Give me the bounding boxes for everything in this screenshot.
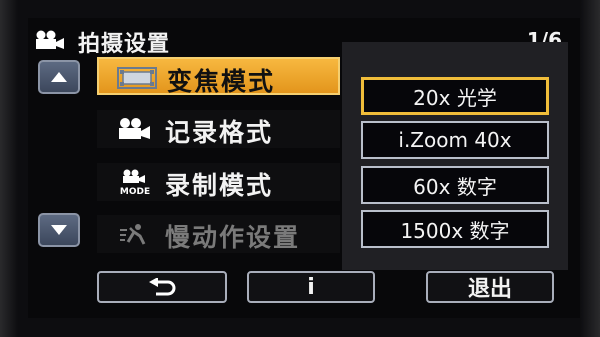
scroll-up-button[interactable] bbox=[38, 60, 80, 94]
menu-item-label: 变焦模式 bbox=[167, 67, 276, 96]
slow-motion-icon bbox=[113, 221, 157, 247]
scroll-down-button[interactable] bbox=[38, 213, 80, 247]
back-button[interactable] bbox=[97, 271, 227, 303]
menu-item-record-format[interactable]: 记录格式 bbox=[97, 110, 340, 148]
option-60x-digital[interactable]: 60x 数字 bbox=[361, 166, 549, 204]
mode-text: MODE bbox=[120, 187, 150, 195]
page-title: 拍摄设置 bbox=[78, 32, 171, 57]
menu-item-record-mode[interactable]: MODE 录制模式 bbox=[97, 163, 340, 201]
menu-item-label: 慢动作设置 bbox=[165, 223, 301, 252]
option-1500x-digital[interactable]: 1500x 数字 bbox=[361, 210, 549, 248]
option-20x-optical[interactable]: 20x 光学 bbox=[361, 77, 549, 115]
video-camera-icon bbox=[34, 30, 68, 50]
info-button[interactable]: i bbox=[247, 271, 375, 303]
zoom-mode-icon bbox=[115, 65, 159, 91]
camera-mode-icon: MODE bbox=[113, 169, 157, 195]
menu-item-label: 录制模式 bbox=[165, 171, 274, 200]
triangle-up-icon bbox=[51, 72, 67, 82]
menu-item-slow-motion[interactable]: 慢动作设置 bbox=[97, 215, 340, 253]
return-arrow-icon bbox=[149, 278, 176, 296]
menu-item-zoom-mode[interactable]: 变焦模式 bbox=[97, 57, 340, 96]
video-camera-icon bbox=[113, 116, 157, 142]
triangle-down-icon bbox=[51, 225, 67, 235]
exit-button[interactable]: 退出 bbox=[426, 271, 554, 303]
menu-item-label: 记录格式 bbox=[165, 118, 274, 147]
option-izoom-40x[interactable]: i.Zoom 40x bbox=[361, 121, 549, 159]
